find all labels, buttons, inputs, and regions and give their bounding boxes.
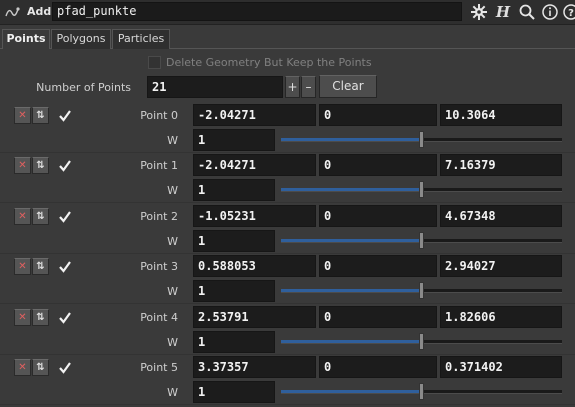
row-divider bbox=[0, 253, 575, 254]
enable-point-toggle[interactable] bbox=[58, 159, 72, 173]
node-type-label: Add bbox=[27, 5, 52, 18]
insert-point-button[interactable]: ⇅ bbox=[32, 309, 49, 326]
weight-slider-fill bbox=[281, 188, 419, 191]
svg-text:?: ? bbox=[568, 8, 574, 19]
enable-point-toggle[interactable] bbox=[58, 311, 72, 325]
insert-point-button[interactable]: ⇅ bbox=[32, 258, 49, 275]
row-divider bbox=[0, 202, 575, 203]
point-weight-field[interactable]: 1 bbox=[193, 179, 275, 201]
point-label: Point 3 bbox=[140, 260, 178, 273]
enable-point-toggle[interactable] bbox=[58, 260, 72, 274]
weight-slider-fill bbox=[281, 138, 419, 141]
point-label: Point 4 bbox=[140, 311, 178, 324]
point-z-field[interactable]: 0.371402 bbox=[440, 356, 562, 378]
point-y-field[interactable]: 0 bbox=[319, 205, 437, 227]
insert-point-button[interactable]: ⇅ bbox=[32, 157, 49, 174]
weight-slider-handle[interactable] bbox=[419, 181, 424, 198]
point-label: Point 2 bbox=[140, 210, 178, 223]
parameter-header: Add pfad_punkte H ? bbox=[0, 0, 575, 25]
point-label: Point 5 bbox=[140, 361, 178, 374]
weight-label: W bbox=[167, 336, 178, 349]
node-name-field[interactable]: pfad_punkte bbox=[52, 2, 462, 21]
point-weight-field[interactable]: 1 bbox=[193, 230, 275, 252]
insert-point-button[interactable]: ⇅ bbox=[32, 359, 49, 376]
remove-point-button[interactable]: ✕ bbox=[14, 258, 31, 275]
weight-label: W bbox=[167, 386, 178, 399]
weight-label: W bbox=[167, 134, 178, 147]
weight-slider-handle[interactable] bbox=[419, 333, 424, 350]
point-weight-field[interactable]: 1 bbox=[193, 381, 275, 403]
info-icon[interactable] bbox=[541, 3, 559, 21]
houdini-h-icon[interactable]: H bbox=[494, 3, 512, 21]
point-z-field[interactable]: 4.67348 bbox=[440, 205, 562, 227]
clear-button[interactable]: Clear bbox=[319, 75, 377, 98]
enable-point-toggle[interactable] bbox=[58, 210, 72, 224]
point-label: Point 1 bbox=[140, 159, 178, 172]
tab-particles[interactable]: Particles bbox=[112, 29, 170, 49]
weight-slider-handle[interactable] bbox=[419, 131, 424, 148]
point-y-field[interactable]: 0 bbox=[319, 104, 437, 126]
point-x-field[interactable]: -2.04271 bbox=[193, 154, 316, 176]
number-of-points-field[interactable]: 21 bbox=[147, 76, 283, 98]
point-z-field[interactable]: 7.16379 bbox=[440, 154, 562, 176]
weight-slider[interactable] bbox=[281, 179, 562, 201]
weight-slider[interactable] bbox=[281, 129, 562, 151]
point-x-field[interactable]: 0.588053 bbox=[193, 255, 316, 277]
point-y-field[interactable]: 0 bbox=[319, 255, 437, 277]
row-divider bbox=[0, 404, 575, 405]
delete-geometry-checkbox[interactable] bbox=[148, 56, 161, 69]
row-divider bbox=[0, 354, 575, 355]
delete-geometry-label: Delete Geometry But Keep the Points bbox=[166, 56, 372, 69]
point-label: Point 0 bbox=[140, 109, 178, 122]
remove-point-button[interactable]: ✕ bbox=[14, 157, 31, 174]
point-weight-field[interactable]: 1 bbox=[193, 280, 275, 302]
weight-slider[interactable] bbox=[281, 230, 562, 252]
weight-slider[interactable] bbox=[281, 381, 562, 403]
weight-label: W bbox=[167, 184, 178, 197]
weight-slider-handle[interactable] bbox=[419, 383, 424, 400]
point-z-field[interactable]: 10.3064 bbox=[440, 104, 562, 126]
node-add-icon bbox=[5, 7, 20, 17]
insert-point-button[interactable]: ⇅ bbox=[32, 208, 49, 225]
point-x-field[interactable]: -2.04271 bbox=[193, 104, 316, 126]
tab-bar: Points Polygons Particles bbox=[0, 27, 575, 49]
tab-points[interactable]: Points bbox=[2, 29, 50, 49]
tab-polygons[interactable]: Polygons bbox=[51, 29, 111, 49]
decrement-button[interactable]: – bbox=[301, 76, 316, 98]
point-x-field[interactable]: -1.05231 bbox=[193, 205, 316, 227]
weight-slider[interactable] bbox=[281, 331, 562, 353]
weight-label: W bbox=[167, 285, 178, 298]
help-icon[interactable]: ? bbox=[562, 3, 575, 21]
point-x-field[interactable]: 3.37357 bbox=[193, 356, 316, 378]
remove-point-button[interactable]: ✕ bbox=[14, 359, 31, 376]
weight-slider-fill bbox=[281, 289, 419, 292]
point-weight-field[interactable]: 1 bbox=[193, 331, 275, 353]
enable-point-toggle[interactable] bbox=[58, 109, 72, 123]
weight-slider-handle[interactable] bbox=[419, 232, 424, 249]
point-y-field[interactable]: 0 bbox=[319, 154, 437, 176]
weight-slider-handle[interactable] bbox=[419, 282, 424, 299]
row-divider bbox=[0, 303, 575, 304]
remove-point-button[interactable]: ✕ bbox=[14, 208, 31, 225]
insert-point-button[interactable]: ⇅ bbox=[32, 107, 49, 124]
weight-slider-fill bbox=[281, 340, 419, 343]
increment-button[interactable]: + bbox=[285, 76, 300, 98]
search-icon[interactable] bbox=[518, 3, 536, 21]
point-z-field[interactable]: 1.82606 bbox=[440, 306, 562, 328]
point-z-field[interactable]: 2.94027 bbox=[440, 255, 562, 277]
point-x-field[interactable]: 2.53791 bbox=[193, 306, 316, 328]
row-divider bbox=[0, 152, 575, 153]
weight-label: W bbox=[167, 235, 178, 248]
point-y-field[interactable]: 0 bbox=[319, 356, 437, 378]
remove-point-button[interactable]: ✕ bbox=[14, 107, 31, 124]
weight-slider-fill bbox=[281, 390, 419, 393]
enable-point-toggle[interactable] bbox=[58, 361, 72, 375]
number-of-points-label: Number of Points bbox=[36, 81, 131, 94]
point-weight-field[interactable]: 1 bbox=[193, 129, 275, 151]
point-y-field[interactable]: 0 bbox=[319, 306, 437, 328]
gear-icon[interactable] bbox=[470, 3, 488, 21]
weight-slider[interactable] bbox=[281, 280, 562, 302]
weight-slider-fill bbox=[281, 239, 419, 242]
remove-point-button[interactable]: ✕ bbox=[14, 309, 31, 326]
